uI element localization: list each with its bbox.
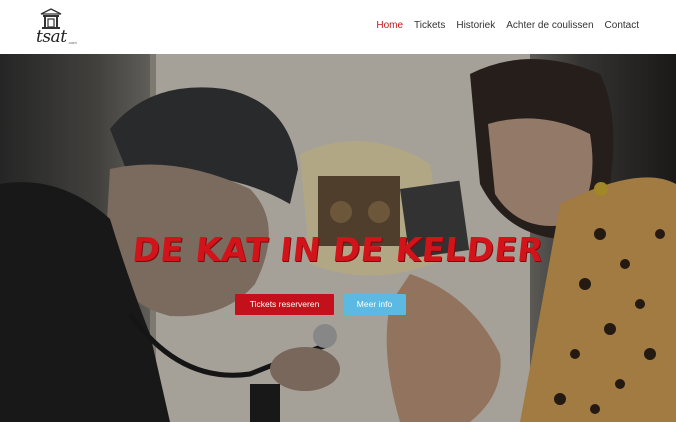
nav-achter-de-coulissen[interactable]: Achter de coulissen — [506, 19, 593, 33]
nav-historiek[interactable]: Historiek — [456, 19, 495, 33]
logo-subtext: .com — [68, 40, 77, 45]
nav-home[interactable]: Home — [376, 19, 403, 33]
tickets-reserveren-button[interactable]: Tickets reserveren — [235, 294, 334, 315]
main-nav: Home Tickets Historiek Achter de couliss… — [376, 19, 639, 33]
meer-info-button[interactable]: Meer info — [343, 294, 406, 315]
site-logo[interactable]: tsat .com — [34, 8, 80, 46]
hero-banner: DE KAT IN DE KELDER Tickets reserveren M… — [0, 54, 676, 422]
nav-tickets[interactable]: Tickets — [414, 19, 445, 33]
logo-text: tsat — [36, 27, 67, 47]
nav-contact[interactable]: Contact — [605, 19, 639, 33]
hero-title: DE KAT IN DE KELDER — [130, 230, 546, 269]
site-header: tsat .com Home Tickets Historiek Achter … — [0, 0, 676, 54]
